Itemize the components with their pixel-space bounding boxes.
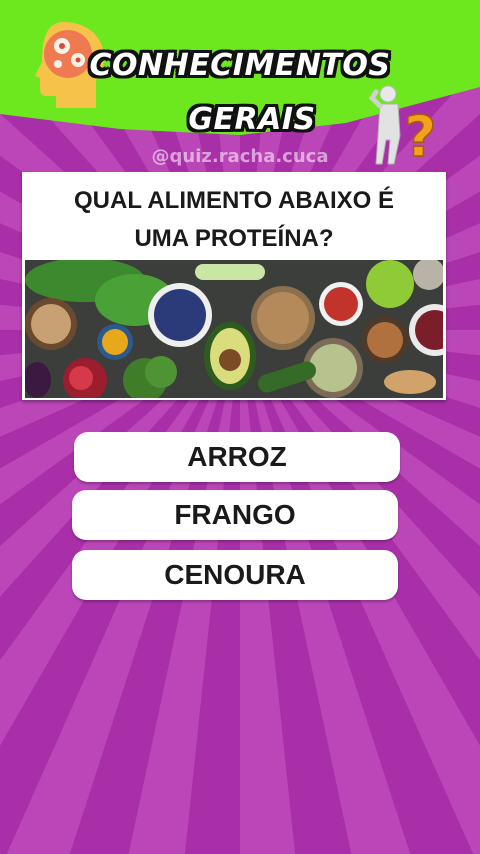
question-card: QUAL ALIMENTO ABAIXO É UMA PROTEÍNA?	[22, 172, 446, 400]
watermark: @quiz.racha.cuca	[151, 146, 329, 167]
answer-option-cenoura[interactable]: CENOURA	[72, 550, 398, 600]
answer-option-frango[interactable]: FRANGO	[72, 490, 398, 540]
question-line-1: QUAL ALIMENTO ABAIXO É	[73, 187, 394, 214]
assorted-healthy-foods-photo	[25, 260, 443, 398]
question-line-2: UMA PROTEÍNA?	[134, 225, 334, 252]
answer-option-arroz[interactable]: ARROZ	[74, 432, 400, 482]
title-line-1: CONHECIMENTOS	[89, 48, 391, 83]
question-text: QUAL ALIMENTO ABAIXO É UMA PROTEÍNA?	[22, 182, 446, 258]
